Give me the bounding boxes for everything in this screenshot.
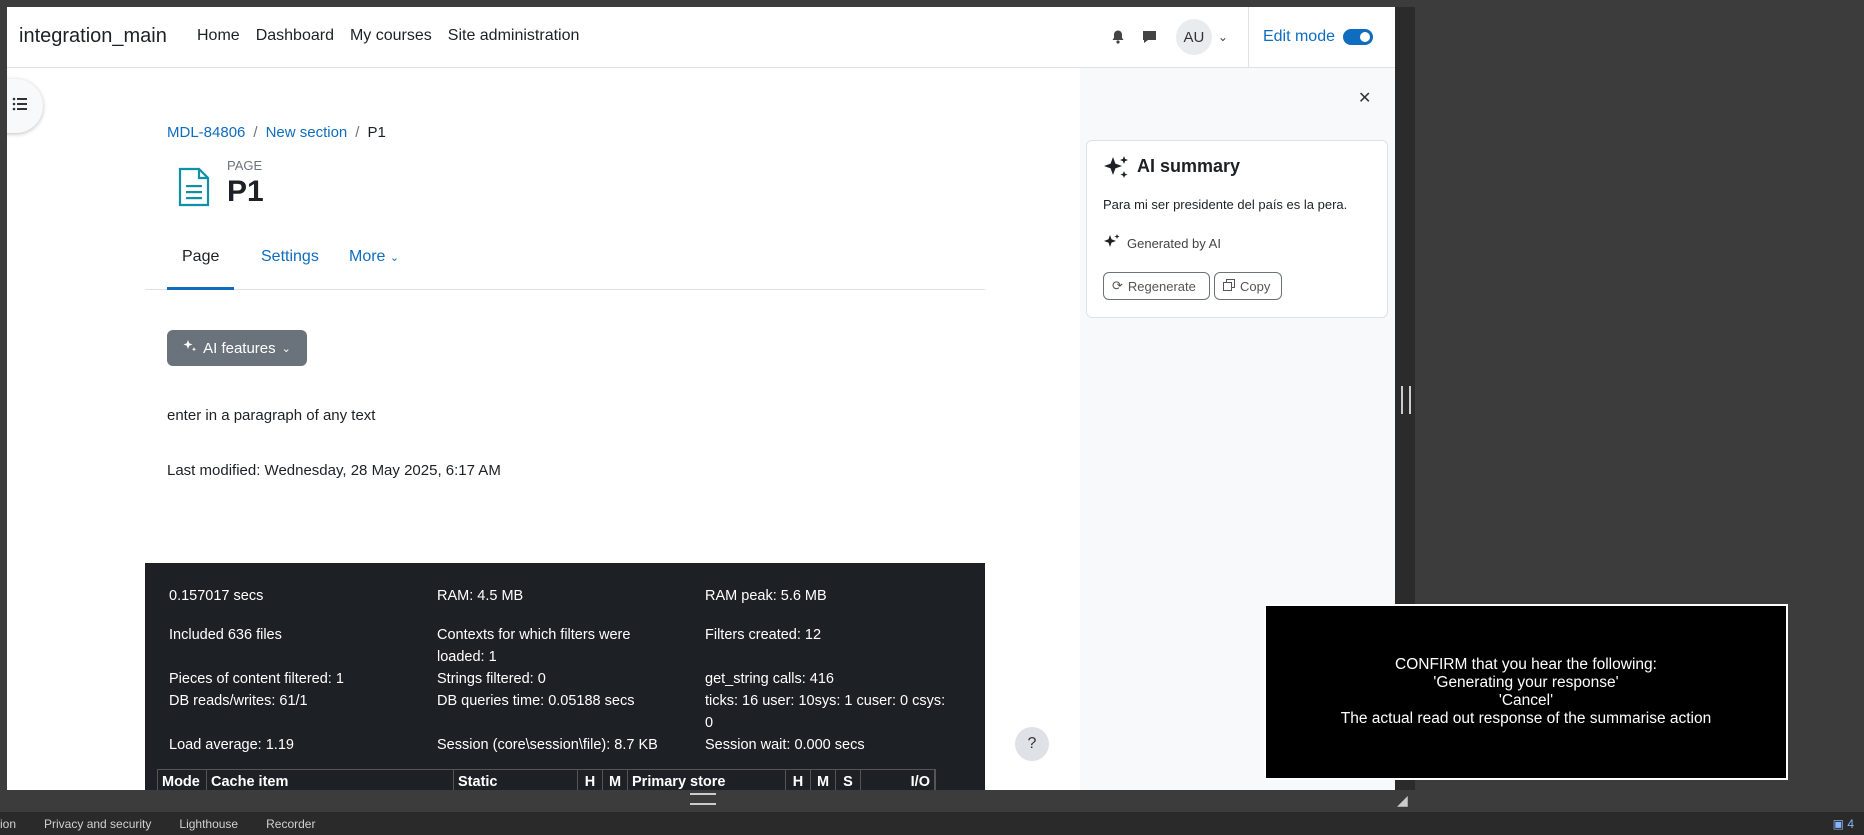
perf-db-reads-writes: DB reads/writes: 61/1	[169, 693, 308, 709]
issues-count: 4	[1847, 817, 1854, 831]
ai-features-label: AI features	[203, 339, 276, 357]
tab-settings[interactable]: Settings	[249, 233, 331, 287]
copy-icon	[1223, 278, 1235, 294]
browser-viewport: integration_main Home Dashboard My cours…	[7, 7, 1395, 790]
devtools-drawer-tabbar: ion Privacy and security Lighthouse Reco…	[0, 812, 1864, 835]
refresh-icon: ⟳	[1112, 278, 1123, 293]
breadcrumb: MDL-84806 / New section / P1	[167, 124, 386, 141]
perf-db-queries-time: DB queries time: 0.05188 secs	[437, 693, 635, 709]
cache-usage-table-header: Mode Cache item Static H M Primary store…	[157, 769, 936, 790]
breadcrumb-divider: /	[355, 124, 360, 141]
overlay-line: CONFIRM that you hear the following:	[1395, 656, 1657, 673]
breadcrumb-divider: /	[253, 124, 258, 141]
screen-reader-confirm-overlay: CONFIRM that you hear the following: 'Ge…	[1264, 604, 1788, 780]
tab-more[interactable]: More ⌄	[337, 233, 411, 287]
edit-mode-label: Edit mode	[1262, 28, 1335, 45]
regenerate-label: Regenerate	[1127, 278, 1196, 294]
secondary-navigation-tabs: Page Settings More ⌄	[145, 233, 985, 290]
sparkle-icon	[1103, 155, 1131, 186]
sparkle-icon	[1103, 233, 1121, 256]
viewport-corner-resize-handle[interactable]: ◢	[1397, 792, 1408, 809]
nav-my-courses[interactable]: My courses	[350, 27, 432, 45]
overlay-line: 'Cancel'	[1498, 692, 1554, 709]
overlay-line: 'Generating your response'	[1433, 674, 1619, 691]
breadcrumb-current: P1	[367, 124, 386, 141]
message-icon: ▣	[1832, 817, 1844, 831]
perf-session-wait: Session wait: 0.000 secs	[705, 737, 865, 753]
ai-summary-title: AI summary	[1137, 156, 1241, 176]
perf-strings-filtered: Strings filtered: 0	[437, 671, 546, 687]
table-header-sets: S	[836, 770, 861, 790]
devtools-tabs: ion Privacy and security Lighthouse Reco…	[0, 817, 315, 831]
perf-content-filtered: Pieces of content filtered: 1	[169, 671, 344, 687]
perf-included-files: Included 636 files	[169, 627, 282, 643]
tab-more-label: More	[349, 248, 386, 265]
perf-load-average: Load average: 1.19	[169, 737, 294, 753]
ai-features-button[interactable]: AI features ⌄	[167, 330, 307, 366]
table-header-io: I/O	[861, 770, 935, 790]
activity-type-label: PAGE	[227, 158, 263, 173]
perf-ram-peak: RAM peak: 5.6 MB	[705, 588, 827, 604]
ai-summary-text: Para mi ser presidente del país es la pe…	[1103, 197, 1348, 212]
nav-home[interactable]: Home	[197, 27, 240, 45]
table-header-primary-store: Primary store	[628, 770, 786, 790]
table-header-static: Static	[454, 770, 578, 790]
perf-ticks: ticks: 16 user: 10sys: 1 cuser: 0 csys: …	[705, 693, 946, 731]
nav-site-administration[interactable]: Site administration	[448, 27, 580, 45]
messages-chat-icon[interactable]	[1134, 21, 1166, 53]
devtools-tab-privacy-security[interactable]: Privacy and security	[44, 817, 151, 831]
perf-filters-created: Filters created: 12	[705, 627, 822, 643]
table-header-hits: H	[578, 770, 603, 790]
issues-badge[interactable]: ▣ 4	[1833, 817, 1854, 831]
table-header-hits: H	[786, 770, 811, 790]
performance-info-panel: 0.157017 secs RAM: 4.5 MB RAM peak: 5.6 …	[145, 563, 985, 790]
devtools-tab-lighthouse[interactable]: Lighthouse	[179, 817, 238, 831]
edit-mode-toggle[interactable]	[1343, 29, 1373, 45]
user-menu-chevron-down-icon[interactable]: ⌄	[1218, 30, 1228, 44]
last-modified-text: Last modified: Wednesday, 28 May 2025, 6…	[167, 462, 501, 479]
page-title: P1	[227, 175, 264, 208]
perf-ram: RAM: 4.5 MB	[437, 588, 524, 604]
generated-by-ai-label: Generated by AI	[1127, 236, 1221, 251]
primary-navigation: Home Dashboard My courses Site administr…	[197, 27, 579, 45]
breadcrumb-section[interactable]: New section	[266, 124, 348, 141]
perf-time: 0.157017 secs	[169, 588, 264, 604]
table-header-misses: M	[603, 770, 628, 790]
perf-contexts-filters: Contexts for which filters were loaded: …	[437, 627, 631, 665]
copy-button[interactable]: Copy	[1214, 272, 1282, 300]
notifications-bell-icon[interactable]	[1102, 21, 1134, 53]
tab-page[interactable]: Page	[167, 233, 235, 290]
user-avatar[interactable]: AU	[1175, 19, 1212, 55]
course-index-toggle-button[interactable]	[7, 79, 43, 133]
help-button[interactable]: ?	[1015, 727, 1049, 761]
breadcrumb-course[interactable]: MDL-84806	[167, 124, 245, 141]
devtools-tab-recorder[interactable]: Recorder	[266, 817, 315, 831]
viewport-height-resize-handle[interactable]	[690, 793, 716, 805]
top-navbar: integration_main Home Dashboard My cours…	[7, 7, 1395, 68]
ai-summary-card: AI summary Para mi ser presidente del pa…	[1086, 140, 1388, 318]
perf-get-string-calls: get_string calls: 416	[705, 671, 834, 687]
list-icon	[12, 97, 28, 116]
nav-dashboard[interactable]: Dashboard	[256, 27, 334, 45]
overlay-line: The actual read out response of the summ…	[1340, 710, 1712, 727]
page-content-paragraph: enter in a paragraph of any text	[167, 407, 376, 424]
sparkle-icon	[183, 339, 197, 357]
devtools-tab-partial[interactable]: ion	[0, 817, 16, 831]
regenerate-button[interactable]: ⟳ Regenerate	[1103, 272, 1210, 300]
navbar-user-area: AU ⌄ Edit mode	[1102, 7, 1395, 67]
chevron-down-icon: ⌄	[281, 342, 291, 355]
copy-label: Copy	[1240, 278, 1271, 294]
navbar-divider	[1247, 7, 1249, 67]
viewport-width-resize-handle[interactable]	[1401, 386, 1411, 414]
table-header-cache-item: Cache item	[207, 770, 454, 790]
site-brand[interactable]: integration_main	[19, 25, 167, 48]
table-header-mode: Mode	[158, 770, 207, 790]
chevron-down-icon: ⌄	[389, 252, 400, 264]
close-icon[interactable]: ✕	[1358, 88, 1371, 108]
perf-session-size: Session (core\session\file): 8.7 KB	[437, 737, 658, 753]
table-header-misses: M	[811, 770, 836, 790]
page-document-icon	[177, 167, 211, 212]
